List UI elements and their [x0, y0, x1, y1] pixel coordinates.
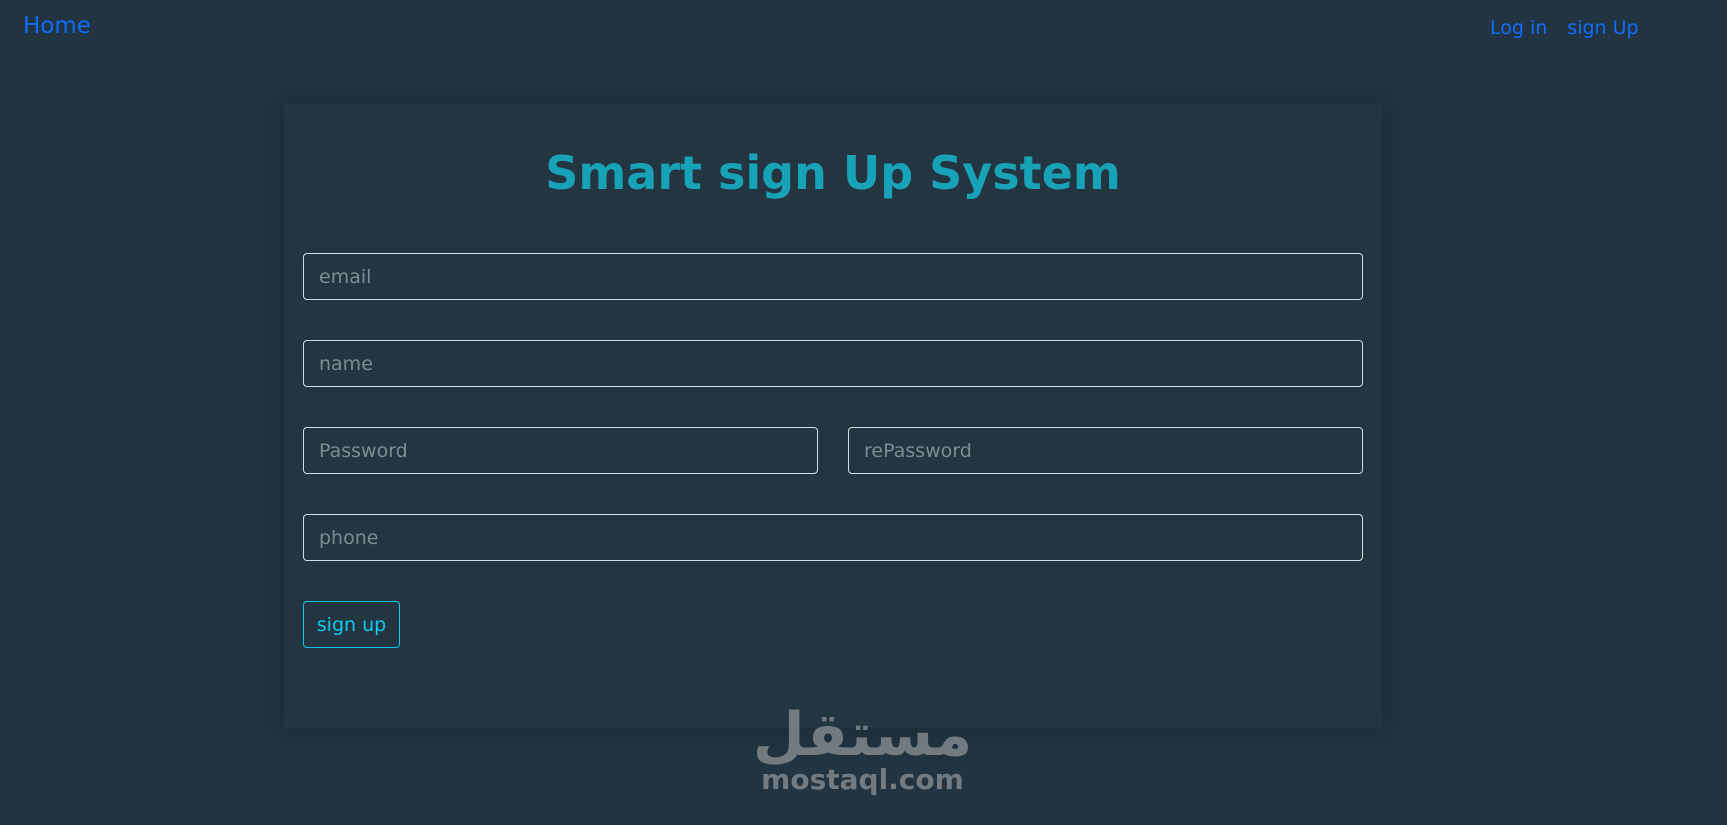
email-field[interactable] — [303, 253, 1363, 300]
password-field[interactable] — [303, 427, 818, 474]
signup-card: Smart sign Up System sign up — [284, 104, 1382, 728]
nav-links: Log in sign Up — [1490, 17, 1639, 39]
repassword-field[interactable] — [848, 427, 1363, 474]
watermark-latin: mostaql.com — [761, 763, 964, 796]
watermark-logo: مستقل mostaql.com — [740, 705, 985, 795]
signup-button[interactable]: sign up — [303, 601, 400, 648]
watermark-arabic: مستقل — [752, 700, 973, 770]
name-field[interactable] — [303, 340, 1363, 387]
nav-login-link[interactable]: Log in — [1490, 17, 1547, 39]
nav-home-link[interactable]: Home — [23, 13, 91, 39]
nav-signup-link[interactable]: sign Up — [1567, 17, 1638, 39]
phone-field[interactable] — [303, 514, 1363, 561]
navbar: Home Log in sign Up — [0, 0, 1727, 60]
page-title: Smart sign Up System — [545, 146, 1121, 200]
